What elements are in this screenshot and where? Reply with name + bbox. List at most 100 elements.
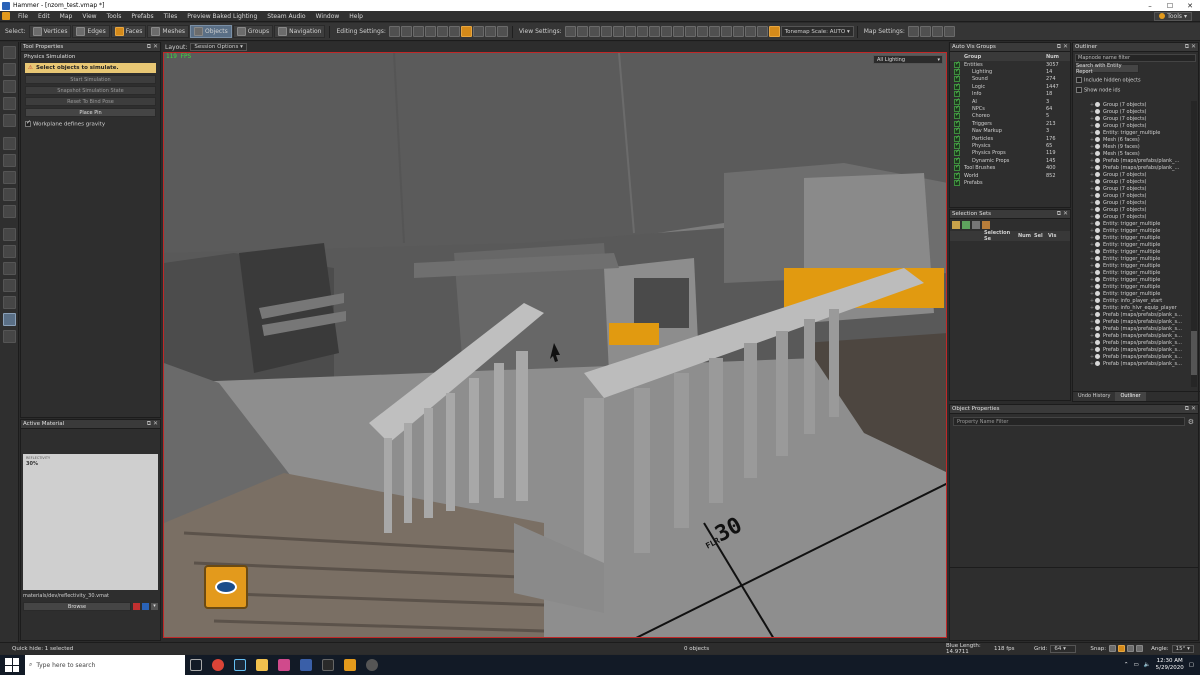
delete-set-icon[interactable] — [982, 221, 990, 229]
umbrella-icon[interactable] — [484, 26, 496, 37]
outliner-item[interactable]: + Group (7 objects) — [1089, 192, 1191, 199]
outliner-item[interactable]: + Prefab (maps/prefabs/plank_... — [1089, 157, 1191, 164]
outliner-item[interactable]: + Prefab (maps/prefabs/plank_s... — [1089, 353, 1191, 360]
lightbulb-icon[interactable] — [1095, 361, 1100, 366]
outliner-item[interactable]: + Entity: trigger_multiple — [1089, 227, 1191, 234]
lightbulb-icon[interactable] — [1095, 284, 1100, 289]
lightbulb-icon[interactable] — [1095, 291, 1100, 296]
menu-prefabs[interactable]: Prefabs — [126, 13, 158, 20]
vis-group-row[interactable]: AI 3 — [950, 97, 1070, 105]
view-setting-16-icon[interactable] — [744, 26, 756, 37]
edit-setting-7-icon[interactable] — [460, 26, 472, 37]
lightbulb-icon[interactable] — [1095, 228, 1100, 233]
outliner-item[interactable]: + Entity: trigger_multiple — [1089, 290, 1191, 297]
layout-dropdown[interactable]: Session Options ▾ — [190, 43, 247, 51]
menu-edit[interactable]: Edit — [33, 13, 55, 20]
lightbulb-icon[interactable] — [1095, 179, 1100, 184]
lightbulb-icon[interactable] — [1095, 263, 1100, 268]
view-setting-15-icon[interactable] — [732, 26, 744, 37]
outliner-item[interactable]: + Prefab (maps/prefabs/plank_... — [1089, 164, 1191, 171]
angle-snap-dropdown[interactable]: 15° ▾ — [1171, 644, 1194, 653]
lightbulb-icon[interactable] — [1095, 298, 1100, 303]
map-setting-3-icon[interactable] — [931, 26, 943, 37]
3d-viewport[interactable]: 119 FPS All Lighting ▾ FLR30 — [163, 52, 947, 638]
clip-tool-icon[interactable] — [3, 228, 16, 241]
panel-controls-icon[interactable]: ⧉ ✕ — [147, 43, 158, 51]
outliner-item[interactable]: + Entity: trigger_multiple — [1089, 220, 1191, 227]
vis-group-row[interactable]: Dynamic Props 145 — [950, 156, 1070, 164]
property-name-filter-input[interactable]: Property Name Filter — [953, 417, 1185, 426]
outliner-item[interactable]: + Group (7 objects) — [1089, 115, 1191, 122]
map-setting-2-icon[interactable] — [919, 26, 931, 37]
app-icon[interactable] — [366, 659, 378, 671]
edit-setting-5-icon[interactable] — [436, 26, 448, 37]
new-selection-set-icon[interactable] — [952, 221, 960, 229]
panel-controls-icon[interactable]: ⧉ ✕ — [1185, 43, 1196, 51]
outliner-scrollbar-thumb[interactable] — [1191, 331, 1197, 375]
outliner-item[interactable]: + Entity: info_hlvr_equip_player — [1089, 304, 1191, 311]
outliner-item[interactable]: + Prefab (maps/prefabs/plank_s... — [1089, 318, 1191, 325]
outliner-item[interactable]: + Group (7 objects) — [1089, 122, 1191, 129]
outliner-item[interactable]: + Entity: trigger_multiple — [1089, 262, 1191, 269]
tools-dropdown[interactable]: Tools ▾ — [1154, 11, 1192, 21]
vis-group-row[interactable]: Particles 176 — [950, 134, 1070, 142]
snap-vertex-icon[interactable] — [1118, 645, 1126, 652]
vis-group-row[interactable]: Sound 274 — [950, 74, 1070, 83]
lightbulb-icon[interactable] — [1095, 221, 1100, 226]
network-icon[interactable]: ▭ — [1134, 662, 1139, 668]
outliner-item[interactable]: + Prefab (maps/prefabs/plank_s... — [1089, 332, 1191, 339]
num-column-header[interactable]: Num — [1018, 233, 1034, 239]
search-entity-report-button[interactable]: Search with Entity Report — [1075, 63, 1139, 75]
vis-group-row[interactable]: Logic 1447 — [950, 82, 1070, 90]
menu-preview-baked-lighting[interactable]: Preview Baked Lighting — [182, 13, 262, 20]
view-setting-17-icon[interactable] — [756, 26, 768, 37]
minimize-icon[interactable]: – — [1140, 2, 1160, 10]
select-meshes-button[interactable]: Meshes — [147, 25, 190, 38]
menu-map[interactable]: Map — [55, 13, 78, 20]
edit-setting-4-icon[interactable] — [424, 26, 436, 37]
clock[interactable]: 12:30 AM 5/29/2020 — [1156, 658, 1184, 672]
outliner-item[interactable]: + Entity: trigger_multiple — [1089, 234, 1191, 241]
lightbulb-icon[interactable] — [1095, 186, 1100, 191]
outliner-item[interactable]: + Mesh (6 faces) — [1089, 136, 1191, 143]
app-icon[interactable] — [300, 659, 312, 671]
show-node-ids-row[interactable]: Show node ids — [1073, 86, 1198, 98]
notifications-icon[interactable]: ▢ — [1189, 662, 1194, 668]
cylinder-tool-icon[interactable] — [3, 171, 16, 184]
tonemap-scale-dropdown[interactable]: Tonemap Scale: AUTO ▾ — [780, 26, 854, 37]
place-pin-button[interactable]: Place Pin — [25, 108, 156, 117]
material-action-red-icon[interactable] — [133, 603, 140, 610]
pivot-tool-icon[interactable] — [3, 114, 16, 127]
snapshot-simulation-button[interactable]: Snapshot Simulation State — [25, 86, 156, 95]
view-setting-9-icon[interactable] — [660, 26, 672, 37]
start-simulation-button[interactable]: Start Simulation — [25, 75, 156, 84]
snap-angle-icon[interactable] — [1127, 645, 1135, 652]
vis-column-header[interactable]: Vis — [1048, 233, 1062, 239]
vis-group-row[interactable]: Info 18 — [950, 89, 1070, 98]
edit-setting-10-icon[interactable] — [496, 26, 508, 37]
select-objects-button[interactable]: Objects — [190, 25, 232, 38]
material-options-icon[interactable]: ▾ — [151, 603, 158, 610]
reset-bind-pose-button[interactable]: Reset To Bind Pose — [25, 97, 156, 106]
lightbulb-icon[interactable] — [1095, 151, 1100, 156]
view-setting-6-icon[interactable] — [624, 26, 636, 37]
view-setting-8-icon[interactable] — [648, 26, 660, 37]
lightbulb-icon[interactable] — [1095, 109, 1100, 114]
app-icon[interactable] — [278, 659, 290, 671]
view-setting-3-icon[interactable] — [588, 26, 600, 37]
include-hidden-checkbox[interactable] — [1076, 77, 1082, 83]
outliner-item[interactable]: + Entity: trigger_multiple — [1089, 248, 1191, 255]
lightbulb-icon[interactable] — [1095, 200, 1100, 205]
select-edges-button[interactable]: Edges — [72, 25, 110, 38]
lightbulb-icon[interactable] — [1095, 116, 1100, 121]
sel-column-header[interactable]: Sel — [1034, 233, 1048, 239]
outliner-item[interactable]: + Group (7 objects) — [1089, 199, 1191, 206]
menu-steam-audio[interactable]: Steam Audio — [262, 13, 310, 20]
vis-group-row[interactable]: Triggers 213 — [950, 119, 1070, 127]
num-column-header[interactable]: Num — [1046, 54, 1070, 60]
maximize-icon[interactable]: ☐ — [1160, 2, 1180, 10]
view-setting-14-icon[interactable] — [720, 26, 732, 37]
chrome-icon[interactable] — [212, 659, 224, 671]
entity-tool-icon[interactable] — [3, 137, 16, 150]
outliner-item[interactable]: + Entity: info_player_start — [1089, 297, 1191, 304]
